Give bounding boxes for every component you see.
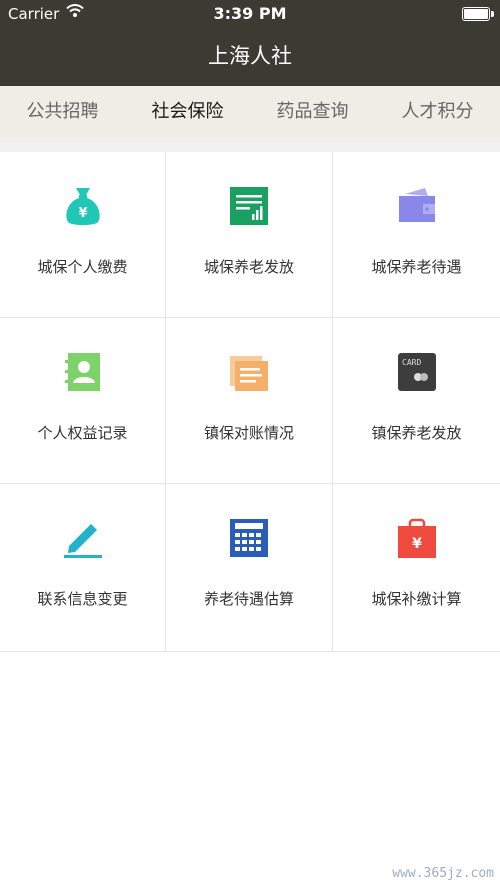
svg-text:¥: ¥ <box>412 536 422 552</box>
card-icon: CARD <box>397 353 436 391</box>
tab-public-recruitment[interactable]: 公共招聘 <box>0 86 125 138</box>
grid-item-personal-rights-record[interactable]: 个人权益记录 <box>0 318 166 484</box>
grid-item-town-reconciliation[interactable]: 镇保对账情况 <box>166 318 333 484</box>
navigation-bar: Carrier 3:39 PM 上海人社 <box>0 0 500 86</box>
grid-item-label: 城保个人缴费 <box>37 258 128 276</box>
grid-item-urban-pension-benefit[interactable]: 城保养老待遇 <box>333 152 500 318</box>
grid-item-urban-personal-payment[interactable]: ¥ 城保个人缴费 <box>0 152 166 318</box>
battery-icon <box>462 7 494 21</box>
watermark: www.365jz.com <box>392 866 494 881</box>
grid-item-label: 个人权益记录 <box>37 424 128 442</box>
grid-item-label: 城保补缴计算 <box>371 590 462 608</box>
chart-sheet-icon <box>230 187 268 225</box>
money-bag-icon: ¥ <box>65 188 100 225</box>
shopping-bag-icon: ¥ <box>397 518 436 558</box>
section-divider <box>0 138 500 152</box>
grid-item-contact-info-change[interactable]: 联系信息变更 <box>0 484 166 651</box>
grid-item-urban-back-payment-calc[interactable]: ¥ 城保补缴计算 <box>333 484 500 651</box>
calculator-icon <box>230 519 268 557</box>
grid-item-pension-estimate[interactable]: 养老待遇估算 <box>166 484 333 651</box>
grid-item-label: 联系信息变更 <box>37 590 128 608</box>
edit-pencil-icon <box>63 524 102 558</box>
page-title: 上海人社 <box>208 44 292 68</box>
documents-icon <box>230 356 268 391</box>
status-bar: Carrier 3:39 PM <box>0 0 500 28</box>
grid-item-label: 城保养老待遇 <box>371 258 462 276</box>
contact-book-icon <box>64 353 100 391</box>
tab-social-insurance[interactable]: 社会保险 <box>125 86 250 138</box>
svg-text:¥: ¥ <box>78 206 87 221</box>
tab-talent-points[interactable]: 人才积分 <box>375 86 500 138</box>
category-tab-bar: 公共招聘 社会保险 药品查询 人才积分 <box>0 86 500 138</box>
tab-drug-query[interactable]: 药品查询 <box>250 86 375 138</box>
grid-item-label: 养老待遇估算 <box>203 590 294 608</box>
grid-item-label: 镇保对账情况 <box>203 424 294 442</box>
grid-item-label: 镇保养老发放 <box>371 424 462 442</box>
wallet-icon <box>398 188 435 222</box>
svg-text:CARD: CARD <box>402 358 421 367</box>
service-grid: ¥ 城保个人缴费 城保养老发放 城保养老待遇 个人权益记录 镇保对账情况 CAR… <box>0 152 500 652</box>
grid-item-label: 城保养老发放 <box>203 258 294 276</box>
grid-item-town-pension-payout[interactable]: CARD 镇保养老发放 <box>333 318 500 484</box>
grid-item-urban-pension-payout[interactable]: 城保养老发放 <box>166 152 333 318</box>
status-time: 3:39 PM <box>213 4 287 23</box>
